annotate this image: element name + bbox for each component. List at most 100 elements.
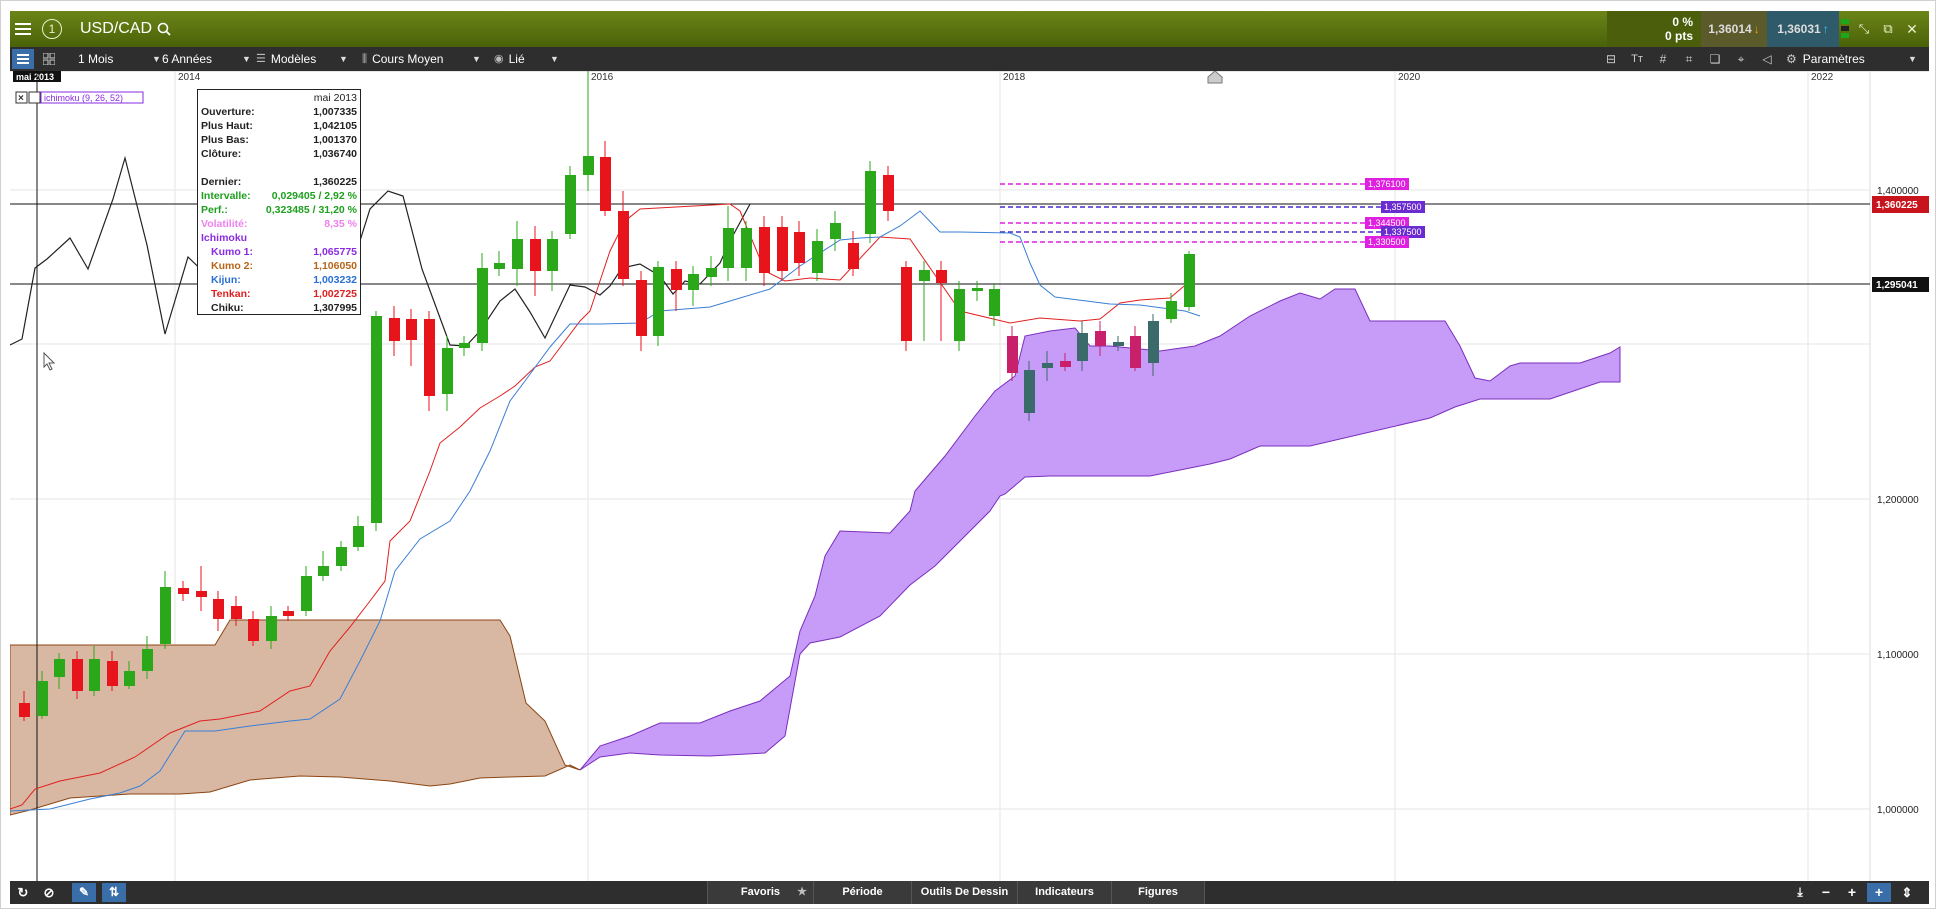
candle-body [248,619,259,641]
candle [371,311,382,531]
candle-body [706,268,717,277]
candle-body [178,588,189,594]
candle-body [512,239,523,269]
candle-body [442,348,453,394]
tab-indicators[interactable]: Indicateurs [1017,881,1111,904]
zoom-in-icon[interactable]: + [1841,881,1863,904]
candle-body [1095,331,1106,346]
candle-body [547,239,558,271]
candle [442,336,453,411]
info-row-value: 1,003232 [313,274,357,286]
range-dropdown[interactable]: 6 Années ▼ [162,47,252,71]
year-label-2016: 2016 [591,72,614,83]
fit-icon[interactable]: ⇕ [1895,881,1919,904]
tab-drawing-tools[interactable]: Outils De Dessin [911,881,1017,904]
search-icon[interactable] [154,11,174,47]
tab-period[interactable]: Période [813,881,911,904]
candle-body [688,274,699,290]
candle-body [477,268,488,343]
popout-icon[interactable]: ⧉ [1877,11,1899,47]
magnet-icon[interactable]: ⌖ [1730,47,1752,71]
drawing-tools-label: Outils De Dessin [920,886,1009,898]
candle-body [919,270,930,281]
pencil-icon[interactable]: ✎ [72,883,96,902]
text-size-icon[interactable]: Tт [1626,47,1648,71]
candle [1024,361,1035,421]
candle-body [406,319,417,340]
candle-body [353,526,364,547]
ask-price-button[interactable]: 1,36031 ↑ [1767,11,1839,47]
info-row-label: Chiku: [211,302,244,314]
no-entry-icon[interactable]: ⊘ [38,881,60,904]
candle-body [830,223,841,239]
depth-icon[interactable] [1839,11,1851,47]
candle [653,261,664,346]
price-label-1000: 1,000000 [1877,805,1919,816]
grid-icon[interactable]: # [1652,47,1674,71]
crosshair-icon[interactable]: ⌗ [1678,47,1700,71]
title-bar: 1 USD/CAD 0 % 0 pts 1,36014 ↓ 1,36031 ↑ ⤡ … [10,11,1929,47]
candle [547,231,558,291]
refresh-icon[interactable]: ↻ [12,881,34,904]
indicator-legend[interactable]: × ichimoku (9, 26, 52) [15,91,144,104]
info-row: Kijun: 1,003232 [201,274,357,287]
info-row: Intervalle: 0,029405 / 2,92 % [201,190,357,203]
candle-body [777,227,788,271]
candle [901,261,912,351]
candle [1130,326,1141,371]
candle [741,221,752,281]
candle-body [301,576,312,611]
indicator-settings-icon[interactable] [28,91,41,104]
period-dropdown[interactable]: 1 Mois ▼ [78,47,161,71]
download-icon[interactable]: ⤓ [1789,881,1811,904]
ruler-icon[interactable]: ⊟ [1600,47,1622,71]
templates-dropdown[interactable]: ☰ Modèles ▼ [256,47,351,71]
candle [600,141,611,216]
grid-view-icon[interactable] [38,47,60,71]
link-dropdown[interactable]: ◉ Lié ▼ [494,47,564,71]
close-icon[interactable]: ✕ [1901,11,1923,47]
symbol-title[interactable]: USD/CAD [80,11,152,47]
layers-icon[interactable]: ❏ [1704,47,1726,71]
candle [954,281,965,351]
eye-icon: ◉ [494,53,504,65]
candle-body [231,606,242,619]
ohlc-info-box: mai 2013 Ouverture: 1,007335 Plus Haut: 1,0… [197,89,361,315]
candle [794,221,805,276]
candle [583,71,594,191]
candle [706,256,717,286]
remove-indicator-glyph: × [18,93,24,104]
home-marker-icon[interactable] [1207,70,1223,84]
bid-price-button[interactable]: 1,36014 ↓ [1701,11,1767,47]
tab-figures[interactable]: Figures [1111,881,1205,904]
price-type-dropdown[interactable]: ⫼ Cours Moyen ▼ [362,47,484,71]
minimize-icon[interactable]: ⤡ [1853,11,1875,47]
candle [178,581,189,601]
candle-body [1077,333,1088,361]
candle-body [283,611,294,616]
list-view-icon[interactable] [12,49,34,69]
price-type-label: Cours Moyen [372,52,444,66]
candle-body [723,228,734,268]
info-row-value: 1,106050 [313,260,357,272]
year-label-2020: 2020 [1398,72,1421,83]
price-label-1200: 1,200000 [1877,495,1919,506]
tab-favorites[interactable]: Favoris ★ [707,881,813,904]
candle [424,311,435,411]
candle [459,336,470,356]
level-tag-2-text: 1,357500 [1384,202,1422,212]
indicators-label: Indicateurs [1035,886,1094,898]
crosshair-toggle-icon[interactable]: + [1867,883,1891,902]
candle-body [160,587,171,644]
link-group-icon[interactable]: 1 [38,11,66,47]
swap-icon[interactable]: ⇅ [102,883,126,902]
candle-body [848,243,859,269]
level-tag-5-text: 1,330500 [1368,237,1406,247]
candle [512,221,523,286]
eraser-icon[interactable]: ◁ [1756,47,1778,71]
candle [353,516,364,551]
menu-icon[interactable] [10,11,36,47]
settings-button[interactable]: ⚙ Paramètres ▼ [1786,47,1917,71]
info-row-label: Ouverture: [201,106,255,118]
zoom-out-icon[interactable]: − [1815,881,1837,904]
